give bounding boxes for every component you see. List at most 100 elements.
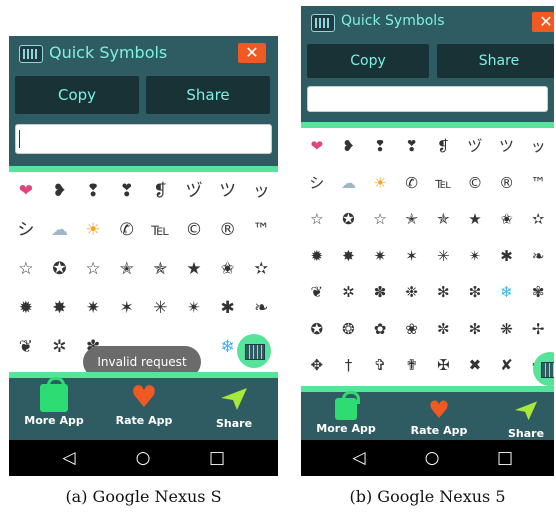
symbol-cell[interactable]: ✪ bbox=[43, 258, 77, 281]
share-button[interactable]: Share bbox=[146, 76, 270, 114]
symbol-cell[interactable]: ッ bbox=[522, 136, 554, 157]
symbol-cell[interactable]: ✽ bbox=[364, 282, 396, 303]
symbol-cell[interactable]: ✱ bbox=[211, 297, 245, 320]
symbol-cell[interactable]: ✟ bbox=[396, 355, 428, 376]
symbol-cell[interactable]: ヅ bbox=[177, 180, 211, 203]
symbol-input[interactable] bbox=[15, 124, 272, 154]
symbol-cell[interactable]: ツ bbox=[211, 180, 245, 203]
symbol-cell[interactable]: ✲ bbox=[333, 282, 365, 303]
symbol-cell[interactable]: ✞ bbox=[364, 355, 396, 376]
symbol-cell[interactable]: ヅ bbox=[459, 136, 491, 157]
symbol-cell[interactable]: ™ bbox=[244, 219, 278, 242]
symbol-cell[interactable]: † bbox=[333, 355, 365, 376]
symbol-cell[interactable]: ❧ bbox=[244, 297, 278, 320]
symbol-cell[interactable]: ❣ bbox=[110, 180, 144, 203]
symbol-cell[interactable]: ✯ bbox=[144, 258, 178, 281]
share-app-button[interactable]: Share bbox=[491, 392, 554, 440]
symbol-input[interactable] bbox=[307, 86, 548, 112]
symbol-cell[interactable]: © bbox=[459, 173, 491, 194]
symbol-cell[interactable]: ❦ bbox=[9, 336, 43, 359]
symbol-cell[interactable]: ✹ bbox=[9, 297, 43, 320]
symbol-cell[interactable]: ✶ bbox=[396, 246, 428, 267]
symbol-cell[interactable]: ❤ bbox=[301, 136, 333, 157]
symbol-cell[interactable]: ✪ bbox=[301, 319, 333, 340]
symbol-cell[interactable]: ✼ bbox=[428, 319, 460, 340]
symbol-cell[interactable]: ❉ bbox=[396, 282, 428, 303]
symbol-cell[interactable]: ❣ bbox=[396, 136, 428, 157]
symbol-cell[interactable]: ✫ bbox=[244, 258, 278, 281]
recents-icon[interactable]: □ bbox=[202, 448, 232, 468]
symbol-cell[interactable]: ☆ bbox=[76, 258, 110, 281]
symbol-cell[interactable]: ❄ bbox=[491, 282, 523, 303]
symbol-cell[interactable]: ★ bbox=[177, 258, 211, 281]
symbol-cell[interactable]: ✘ bbox=[491, 355, 523, 376]
more-app-button[interactable]: More App bbox=[19, 377, 89, 427]
symbol-cell[interactable]: ❦ bbox=[301, 282, 333, 303]
back-icon[interactable]: ◁ bbox=[54, 448, 84, 468]
symbol-cell[interactable]: ☆ bbox=[301, 209, 333, 230]
symbol-cell[interactable]: ✭ bbox=[396, 209, 428, 230]
symbol-cell[interactable]: ✫ bbox=[522, 209, 554, 230]
recents-icon[interactable]: □ bbox=[490, 448, 520, 468]
symbol-cell[interactable]: ツ bbox=[491, 136, 523, 157]
copy-button[interactable]: Copy bbox=[15, 76, 139, 114]
share-button[interactable]: Share bbox=[437, 44, 554, 78]
symbol-cell[interactable]: ☀ bbox=[76, 219, 110, 242]
symbol-cell[interactable]: ✢ bbox=[522, 319, 554, 340]
symbol-cell[interactable]: ✻ bbox=[428, 282, 460, 303]
share-app-button[interactable]: Share bbox=[199, 378, 269, 430]
symbol-cell[interactable]: ✥ bbox=[301, 355, 333, 376]
symbol-cell[interactable]: ❢ bbox=[364, 136, 396, 157]
symbol-cell[interactable]: ❤ bbox=[9, 180, 43, 203]
symbol-cell[interactable]: ✴ bbox=[177, 297, 211, 320]
symbol-cell[interactable]: ☆ bbox=[9, 258, 43, 281]
symbol-cell[interactable]: ❥ bbox=[43, 180, 77, 203]
symbol-cell[interactable]: ✳ bbox=[144, 297, 178, 320]
close-button[interactable]: ✕ bbox=[532, 12, 554, 32]
symbol-cell[interactable]: ✴ bbox=[459, 246, 491, 267]
symbol-cell[interactable]: ✬ bbox=[491, 209, 523, 230]
symbol-cell[interactable]: ℡ bbox=[144, 219, 178, 242]
symbol-cell[interactable]: ❂ bbox=[333, 319, 365, 340]
symbol-cell[interactable]: ✱ bbox=[491, 246, 523, 267]
symbol-cell[interactable]: シ bbox=[9, 219, 43, 242]
symbol-cell[interactable]: ✪ bbox=[333, 209, 365, 230]
symbol-cell[interactable]: ✳ bbox=[428, 246, 460, 267]
back-icon[interactable]: ◁ bbox=[344, 448, 374, 468]
symbol-cell[interactable]: ✲ bbox=[43, 336, 77, 359]
home-icon[interactable]: ○ bbox=[128, 448, 158, 468]
symbol-cell[interactable]: ✶ bbox=[110, 297, 144, 320]
symbol-cell[interactable]: ✻ bbox=[459, 319, 491, 340]
symbol-cell[interactable]: シ bbox=[301, 173, 333, 194]
home-icon[interactable]: ○ bbox=[417, 448, 447, 468]
symbol-cell[interactable]: ✯ bbox=[428, 209, 460, 230]
symbol-cell[interactable]: ® bbox=[211, 219, 245, 242]
keyboard-fab-icon[interactable] bbox=[237, 334, 271, 368]
symbol-cell[interactable]: ✬ bbox=[211, 258, 245, 281]
symbol-cell[interactable]: ✖ bbox=[459, 355, 491, 376]
symbol-cell[interactable]: ☀ bbox=[364, 173, 396, 194]
symbol-cell[interactable]: ✸ bbox=[43, 297, 77, 320]
symbol-cell[interactable]: ✿ bbox=[364, 319, 396, 340]
rate-app-button[interactable]: ♥ Rate App bbox=[404, 392, 474, 437]
symbol-cell[interactable]: ❇ bbox=[459, 282, 491, 303]
symbol-cell[interactable]: ® bbox=[491, 173, 523, 194]
symbol-cell[interactable]: © bbox=[177, 219, 211, 242]
rate-app-button[interactable]: ♥ Rate App bbox=[109, 378, 179, 428]
symbol-cell[interactable]: ✷ bbox=[76, 297, 110, 320]
copy-button[interactable]: Copy bbox=[307, 44, 429, 78]
symbol-cell[interactable]: ☁ bbox=[43, 219, 77, 242]
symbol-cell[interactable]: ✠ bbox=[428, 355, 460, 376]
symbol-cell[interactable]: ❋ bbox=[491, 319, 523, 340]
symbol-cell[interactable]: ℡ bbox=[428, 173, 460, 194]
symbol-cell[interactable]: ★ bbox=[459, 209, 491, 230]
symbol-cell[interactable]: ❢ bbox=[76, 180, 110, 203]
symbol-cell[interactable]: ✆ bbox=[110, 219, 144, 242]
symbol-cell[interactable]: ❡ bbox=[144, 180, 178, 203]
symbol-cell[interactable]: ❧ bbox=[522, 246, 554, 267]
symbol-cell[interactable]: ✭ bbox=[110, 258, 144, 281]
more-app-button[interactable]: More App bbox=[311, 391, 381, 435]
symbol-cell[interactable]: ✹ bbox=[301, 246, 333, 267]
symbol-cell[interactable]: ❀ bbox=[396, 319, 428, 340]
symbol-cell[interactable]: ✾ bbox=[522, 282, 554, 303]
